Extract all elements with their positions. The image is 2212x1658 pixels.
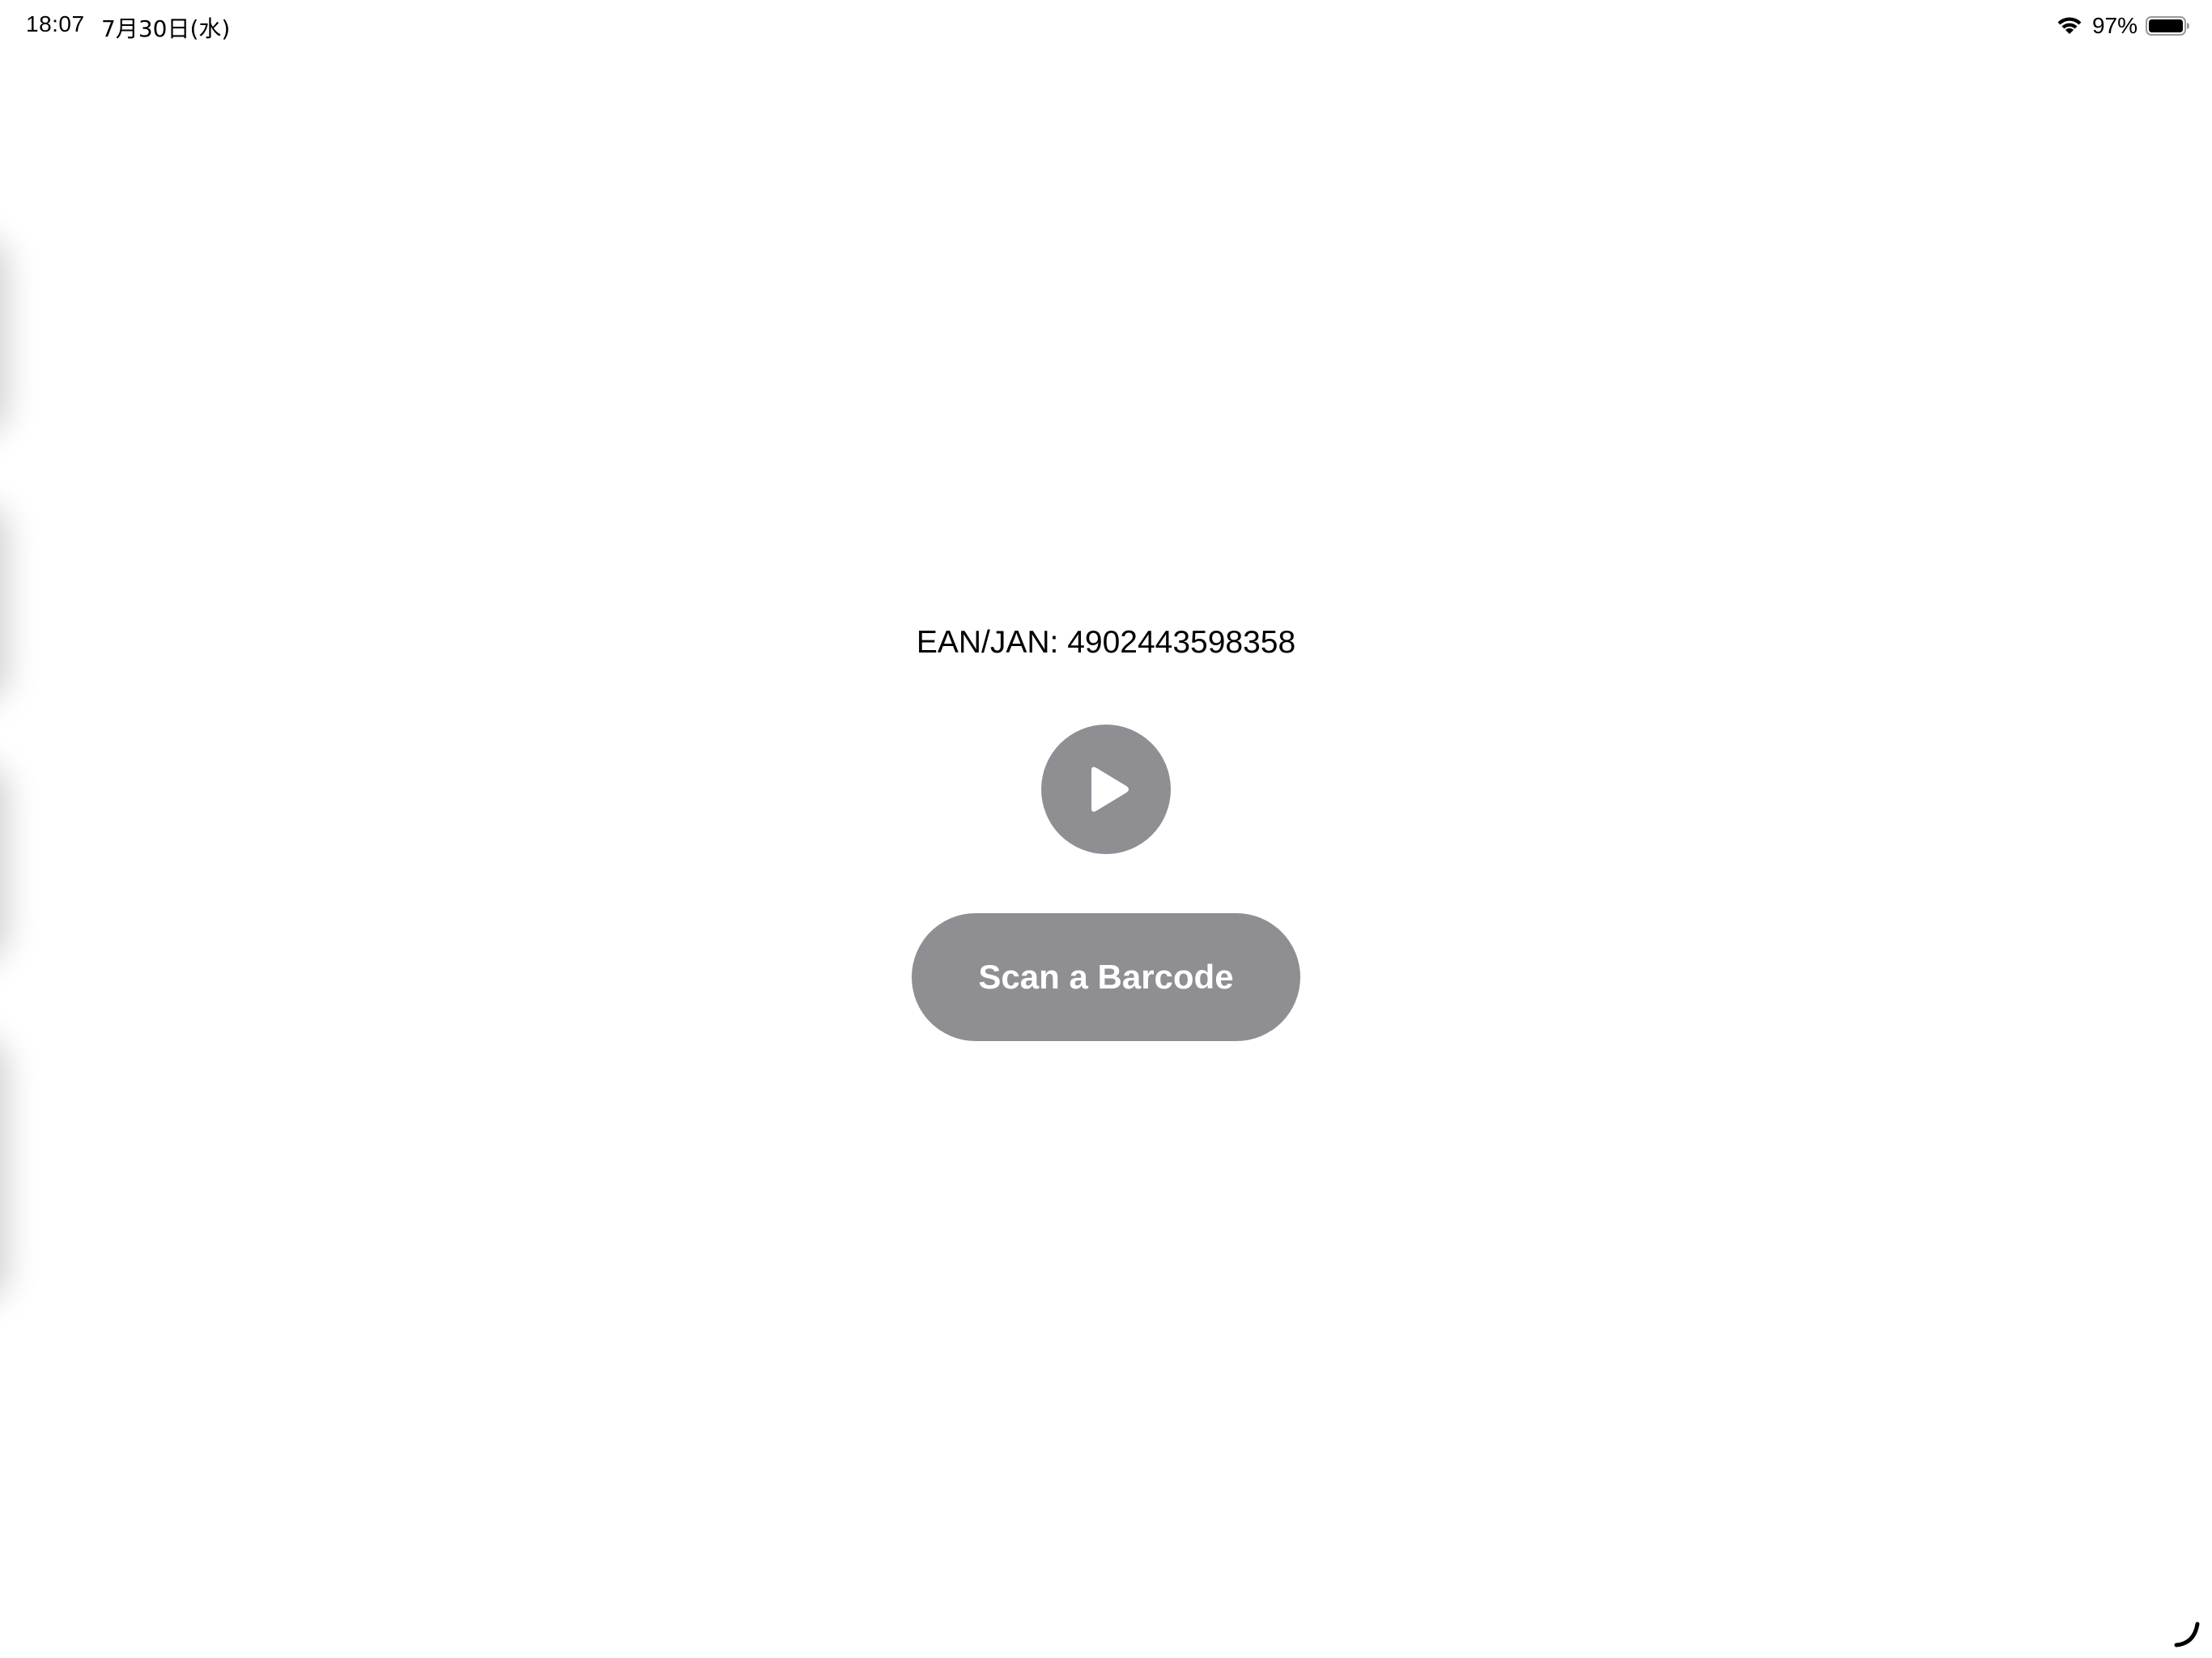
- wifi-icon: [2057, 17, 2082, 34]
- scan-barcode-button[interactable]: Scan a Barcode: [912, 913, 1300, 1041]
- battery-icon: [2146, 16, 2189, 36]
- status-indicators: 97%: [2055, 11, 2191, 40]
- status-time: 18:07: [26, 11, 85, 36]
- status-bar: 18:07 7月30日(水) 97%: [0, 0, 2212, 52]
- corner-resize-icon: [2174, 1622, 2200, 1647]
- ean-code-label: EAN/JAN: 4902443598358: [916, 625, 1296, 660]
- battery-percent: 97%: [2091, 13, 2138, 38]
- play-button[interactable]: [1041, 725, 1171, 854]
- status-date: 7月30日(水): [101, 15, 231, 42]
- play-icon: [1091, 767, 1129, 812]
